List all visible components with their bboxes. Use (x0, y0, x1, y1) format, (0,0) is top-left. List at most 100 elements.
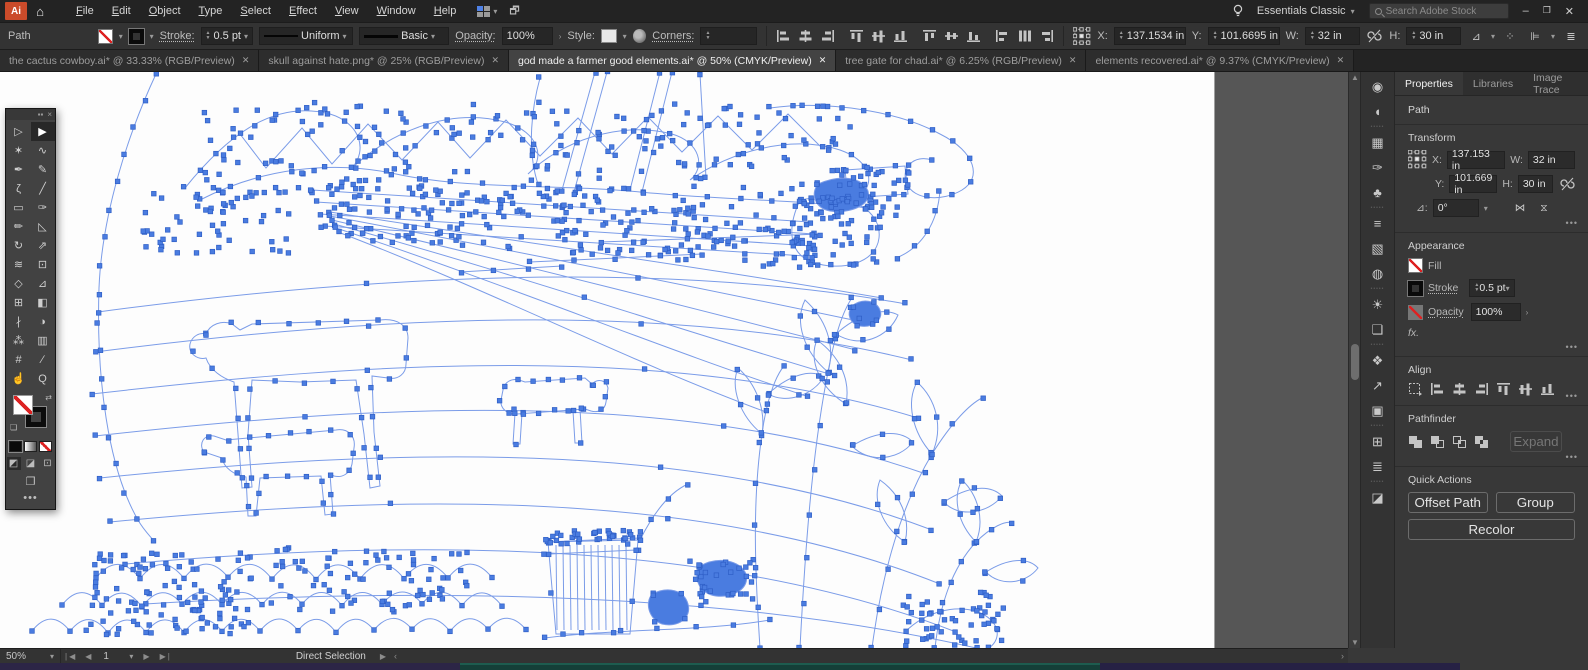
align-bottom-icon[interactable] (1540, 382, 1555, 396)
x-field[interactable]: ▲▼ 137.1534 in (1114, 27, 1186, 45)
brush-select[interactable]: Basic ▾ (359, 27, 449, 45)
align-left-icon[interactable] (776, 29, 791, 43)
align-right-icon[interactable] (1474, 382, 1489, 396)
select-similar-icon[interactable]: ⁘ (1501, 27, 1519, 45)
tab-close-icon[interactable]: ✕ (819, 55, 827, 66)
stroke-weight-field[interactable]: ▲▼ 0.5 pt ▾ (1469, 279, 1514, 297)
more-options-icon[interactable]: ••• (1566, 342, 1578, 352)
arrange-documents-icon[interactable]: ▾ (477, 6, 497, 17)
stepper-icon[interactable]: ▲▼ (1213, 31, 1218, 40)
gradient-annotator-icon[interactable]: ◖ (1365, 99, 1391, 124)
gradient-chip[interactable] (24, 441, 37, 452)
zoom-level-select[interactable]: 50% ▾ (0, 649, 61, 664)
style-swatch[interactable] (601, 29, 617, 43)
chevron-right-icon[interactable]: › (1526, 308, 1529, 317)
transparency-icon[interactable]: ◍ (1365, 261, 1391, 286)
opacity-label[interactable]: Opacity: (455, 30, 495, 42)
menu-view[interactable]: View (326, 5, 368, 17)
document-tab[interactable]: the cactus cowboy.ai* @ 33.33% (RGB/Prev… (0, 50, 259, 71)
lasso-tool[interactable]: ∿ (31, 141, 55, 160)
y-field[interactable]: ▲▼ 101.6695 in (1208, 27, 1280, 45)
mesh-tool[interactable]: ⊞ (7, 293, 31, 312)
align-left-icon[interactable] (1430, 382, 1445, 396)
menu-type[interactable]: Type (190, 5, 232, 17)
free-transform-tool[interactable]: ⊡ (31, 255, 55, 274)
menu-select[interactable]: Select (231, 5, 280, 17)
y-field[interactable]: 101.669 in (1449, 175, 1497, 193)
first-artboard-icon[interactable]: |◀ (61, 652, 81, 661)
more-options-icon[interactable]: ••• (1566, 452, 1578, 462)
align-icon[interactable]: ≣ (1365, 454, 1391, 479)
eraser-tool[interactable]: ◺ (31, 217, 55, 236)
color-icon[interactable]: ◉ (1365, 74, 1391, 99)
stroke-icon[interactable]: ≡ (1365, 211, 1391, 236)
lightbulb-icon[interactable] (1233, 4, 1243, 18)
document-tab[interactable]: god made a farmer good elements.ai* @ 50… (509, 50, 836, 71)
recolor-button[interactable]: Recolor (1408, 519, 1575, 540)
screen-mode-icon[interactable]: ❐ (26, 475, 36, 488)
more-options-icon[interactable]: ••• (1566, 218, 1578, 228)
reference-point-icon[interactable] (1073, 27, 1091, 45)
scroll-right-icon[interactable]: › (1341, 649, 1344, 664)
opacity-label[interactable]: Opacity (1428, 306, 1464, 318)
dist-hcenter-icon[interactable] (1017, 29, 1032, 43)
scroll-left-icon[interactable]: ‹ (394, 649, 397, 664)
appearance-icon[interactable]: ☀ (1365, 292, 1391, 317)
align-top-icon[interactable] (1496, 382, 1511, 396)
swap-fill-stroke-icon[interactable]: ⇄ (45, 393, 52, 402)
restore-button[interactable]: ❐ (1543, 5, 1551, 18)
panel-menu-icon[interactable]: ≣ (1562, 27, 1580, 45)
brushes-icon[interactable]: ✑ (1365, 155, 1391, 180)
variable-width-select[interactable]: Uniform ▾ (259, 27, 353, 45)
curvature-tool[interactable]: ✎ (31, 160, 55, 179)
fill-swatch[interactable] (1408, 258, 1423, 273)
default-fill-stroke-icon[interactable]: ❏ (10, 423, 17, 432)
menu-window[interactable]: Window (368, 5, 425, 17)
width-tool[interactable]: ≋ (7, 255, 31, 274)
draw-normal-icon[interactable]: ◩ (7, 457, 21, 470)
line-segment-tool[interactable]: ╱ (31, 179, 55, 198)
align-vcenter-icon[interactable] (871, 29, 886, 43)
panel-tab-libraries[interactable]: Libraries (1463, 72, 1523, 95)
scroll-up-icon[interactable]: ▲ (1349, 73, 1361, 82)
flip-vertical-icon[interactable]: ⧖ (1540, 202, 1547, 215)
tab-close-icon[interactable]: ✕ (1069, 55, 1077, 66)
stroke-weight-label[interactable]: Stroke: (160, 30, 195, 42)
dist-hleft-icon[interactable] (995, 29, 1010, 43)
shaper-tool[interactable]: ζ (7, 179, 31, 198)
vertical-scrollbar[interactable]: ▲ ▼ (1348, 72, 1360, 648)
gradient-icon[interactable]: ▧ (1365, 236, 1391, 261)
arrange-icon[interactable]: ⊫ (1526, 27, 1544, 45)
align-top-icon[interactable] (849, 29, 864, 43)
blend-tool[interactable]: ◑ (31, 312, 55, 331)
fill-color-swatch[interactable] (98, 29, 113, 44)
align-bottom-icon[interactable] (893, 29, 908, 43)
offset-path-button[interactable]: Offset Path (1408, 492, 1488, 513)
align-to-icon[interactable] (1408, 382, 1423, 396)
scale-tool[interactable]: ⇗ (31, 236, 55, 255)
pencil-tool[interactable]: ✏ (7, 217, 31, 236)
pf-unite-icon[interactable] (1408, 435, 1423, 449)
draw-behind-icon[interactable]: ◪ (24, 457, 38, 470)
color-chip[interactable] (9, 441, 22, 452)
opacity-field[interactable]: 100% (1471, 303, 1521, 321)
corners-label[interactable]: Corners: (652, 30, 694, 42)
dist-hright-icon[interactable] (1039, 29, 1054, 43)
edit-toolbar-icon[interactable]: ••• (6, 488, 55, 509)
tab-close-icon[interactable]: ✕ (491, 55, 499, 66)
menu-effect[interactable]: Effect (280, 5, 326, 17)
w-field[interactable]: ▲▼ 32 in (1305, 27, 1360, 45)
flip-horizontal-icon[interactable]: ⋈ (1515, 202, 1526, 214)
symbols-icon[interactable]: ♣ (1365, 180, 1391, 205)
more-options-icon[interactable]: ••• (1566, 391, 1578, 401)
canvas-artwork[interactable] (0, 72, 1348, 648)
share-screen-icon[interactable]: 🗗 (509, 2, 519, 21)
align-right-icon[interactable] (820, 29, 835, 43)
shape-builder-tool[interactable]: ◇ (7, 274, 31, 293)
rotate-tool[interactable]: ↻ (7, 236, 31, 255)
align-hcenter-icon[interactable] (1452, 382, 1467, 396)
column-graph-tool[interactable]: ▥ (31, 331, 55, 350)
swatches-icon[interactable]: ▦ (1365, 130, 1391, 155)
expand-button[interactable]: Expand (1510, 431, 1562, 452)
group-button[interactable]: Group (1496, 492, 1576, 513)
